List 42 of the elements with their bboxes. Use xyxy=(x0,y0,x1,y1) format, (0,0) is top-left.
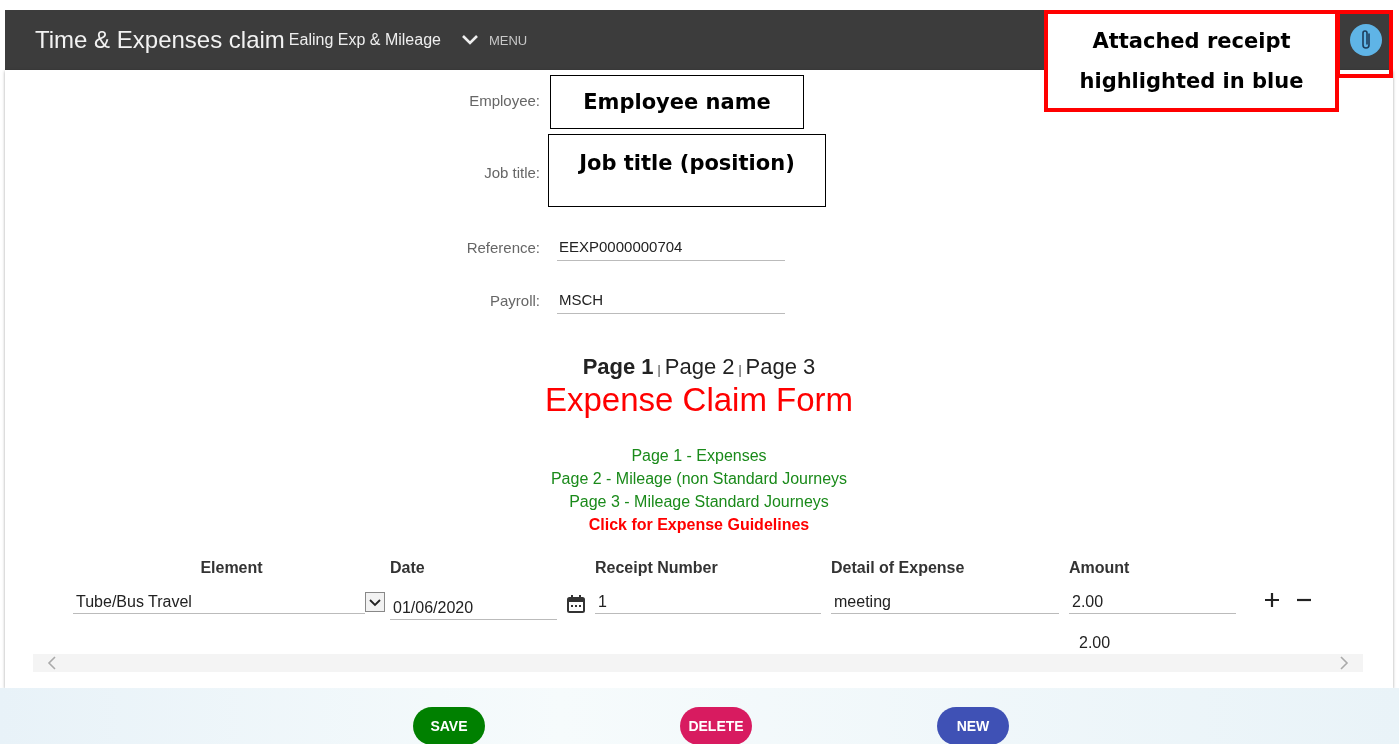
calendar-icon[interactable] xyxy=(566,594,586,614)
delete-button[interactable]: DELETE xyxy=(680,707,752,744)
form-title: Expense Claim Form xyxy=(543,380,855,420)
chevron-down-icon[interactable] xyxy=(460,34,479,46)
page-link[interactable]: Page 1 xyxy=(582,354,654,379)
menu-link[interactable]: MENU xyxy=(488,32,528,48)
total-amount: 2.00 xyxy=(1078,633,1112,653)
section-link[interactable]: Page 2 - Mileage (non Standard Journeys xyxy=(550,467,848,490)
section-link[interactable]: Page 3 - Mileage Standard Journeys xyxy=(569,490,829,513)
page-separator: | xyxy=(738,363,742,377)
page-separator: | xyxy=(657,363,661,377)
field-label: Payroll: xyxy=(488,291,540,309)
annotation-box: Employee name xyxy=(550,75,804,129)
plus-icon[interactable] xyxy=(1264,592,1280,608)
input-field[interactable]: EEXP0000000704 xyxy=(557,233,785,261)
receipt-number-field[interactable]: 1 xyxy=(595,590,821,614)
dropdown-icon[interactable] xyxy=(365,592,385,612)
select-field[interactable]: Tube/Bus Travel xyxy=(73,590,365,614)
column-header: Detail of Expense xyxy=(831,558,966,578)
field-label: Reference: xyxy=(465,238,540,256)
field-label: Employee: xyxy=(468,91,540,109)
amount-field[interactable]: 2.00 xyxy=(1069,590,1236,614)
app-title: Time & Expenses claim xyxy=(35,26,285,54)
date-field[interactable]: 01/06/2020 xyxy=(390,596,557,620)
annotation-box: Attached receipt highlighted in blue xyxy=(1044,10,1339,112)
page-link[interactable]: Page 3 xyxy=(745,354,816,379)
column-header: Date xyxy=(390,558,426,578)
paperclip-icon[interactable] xyxy=(1349,23,1383,57)
column-header: Amount xyxy=(1069,558,1131,578)
annotation-box: Job title (position) xyxy=(548,134,826,207)
column-header: Element xyxy=(199,558,264,578)
page-link[interactable]: Page 2 xyxy=(664,354,735,379)
new-button[interactable]: NEW xyxy=(937,707,1009,744)
claim-type: Ealing Exp & Mileage xyxy=(288,31,441,49)
column-header: Receipt Number xyxy=(595,558,719,578)
input-field[interactable]: MSCH xyxy=(557,286,785,314)
section-link[interactable]: Page 1 - Expenses xyxy=(631,444,767,467)
guidelines-link[interactable]: Click for Expense Guidelines xyxy=(588,513,810,536)
save-button[interactable]: SAVE xyxy=(413,707,485,744)
field-label: Job title: xyxy=(483,163,540,181)
expense-detail-field[interactable]: meeting xyxy=(831,590,1059,614)
highlight-frame xyxy=(1336,10,1393,78)
